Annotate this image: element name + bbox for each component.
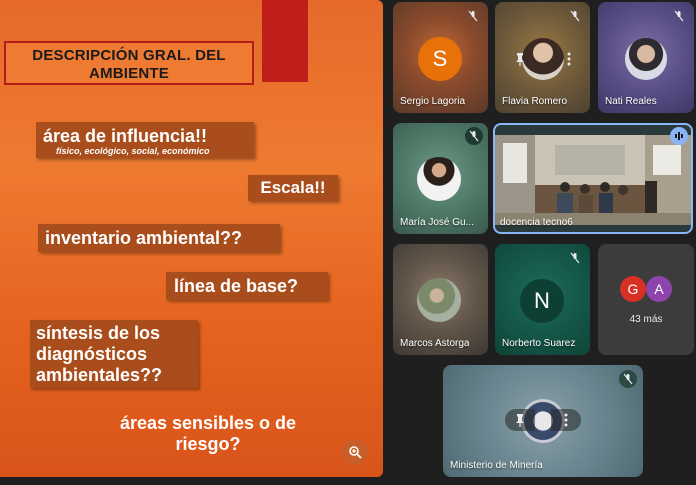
zoom-button[interactable] — [342, 439, 368, 465]
speaking-indicator-icon — [670, 127, 688, 145]
more-options-button[interactable] — [551, 409, 581, 431]
participant-name: Marcos Astorga — [400, 338, 470, 349]
slide-item-linea-base: línea de base? — [166, 272, 328, 300]
participant-name: Sergio Lagoria — [400, 96, 466, 107]
participant-name: Norberto Suarez — [502, 338, 576, 349]
participant-name: Ministerio de Minería — [450, 460, 543, 471]
participant-tile-maria-jose[interactable]: María José Gu... — [393, 123, 488, 234]
slide-title: DESCRIPCIÓN GRAL. DEL AMBIENTE — [4, 41, 254, 85]
more-vert-icon — [567, 52, 571, 66]
mic-off-icon — [619, 370, 637, 388]
mic-off-icon — [670, 7, 688, 25]
zoom-in-icon — [349, 446, 362, 459]
more-vert-icon — [564, 413, 568, 427]
participant-tile-flavia[interactable]: Flavia Romero — [495, 2, 590, 113]
participant-tile-sergio[interactable]: S Sergio Lagoria — [393, 2, 488, 113]
pin-button[interactable] — [505, 48, 535, 70]
participant-tile-docencia[interactable]: docencia tecno6 — [493, 123, 693, 234]
pin-icon — [516, 414, 524, 427]
slide-item-areas-sensibles: áreas sensibles o de riesgo? — [119, 413, 297, 454]
slide-item-area-influencia: área de influencia!! físico, ecológico, … — [36, 122, 254, 158]
mic-off-icon — [566, 7, 584, 25]
slide-item-title: área de influencia!! — [43, 126, 208, 146]
slide-item-subtitle: físico, ecológico, social, económico — [56, 146, 210, 156]
mic-off-icon — [465, 127, 483, 145]
slide-item-sintesis: síntesis de los diagnósticos ambientales… — [30, 320, 198, 388]
more-participants-count: 43 más — [629, 314, 663, 325]
avatar: N — [520, 279, 564, 323]
slide-item-inventario: inventario ambiental?? — [38, 224, 280, 252]
classroom-video — [495, 135, 691, 225]
avatar — [417, 157, 461, 201]
mic-off-icon — [566, 249, 584, 267]
mic-off-icon — [464, 7, 482, 25]
participant-tile-marcos[interactable]: Marcos Astorga — [393, 244, 488, 355]
avatar-a: A — [646, 276, 672, 302]
participant-tile-nati[interactable]: Nati Reales — [598, 2, 694, 113]
participant-name: docencia tecno6 — [500, 217, 573, 228]
avatar-g: G — [620, 276, 646, 302]
avatar — [417, 278, 461, 322]
slide-decoration-bar — [262, 0, 308, 82]
participant-tile-ministerio[interactable]: Ministerio de Minería — [443, 365, 643, 477]
presentation-slide: DESCRIPCIÓN GRAL. DEL AMBIENTE área de i… — [0, 0, 383, 477]
participant-name: Flavia Romero — [502, 96, 568, 107]
participant-name: Nati Reales — [605, 96, 657, 107]
more-participants-tile[interactable]: G A 43 más — [598, 244, 694, 355]
slide-item-escala: Escala!! — [248, 175, 338, 201]
more-options-button[interactable] — [554, 48, 584, 70]
participant-tile-norberto[interactable]: N Norberto Suarez — [495, 244, 590, 355]
pin-icon — [516, 53, 524, 66]
pin-button[interactable] — [505, 409, 535, 431]
avatar — [625, 38, 667, 80]
avatar: S — [418, 37, 462, 81]
participant-name: María José Gu... — [400, 217, 474, 228]
